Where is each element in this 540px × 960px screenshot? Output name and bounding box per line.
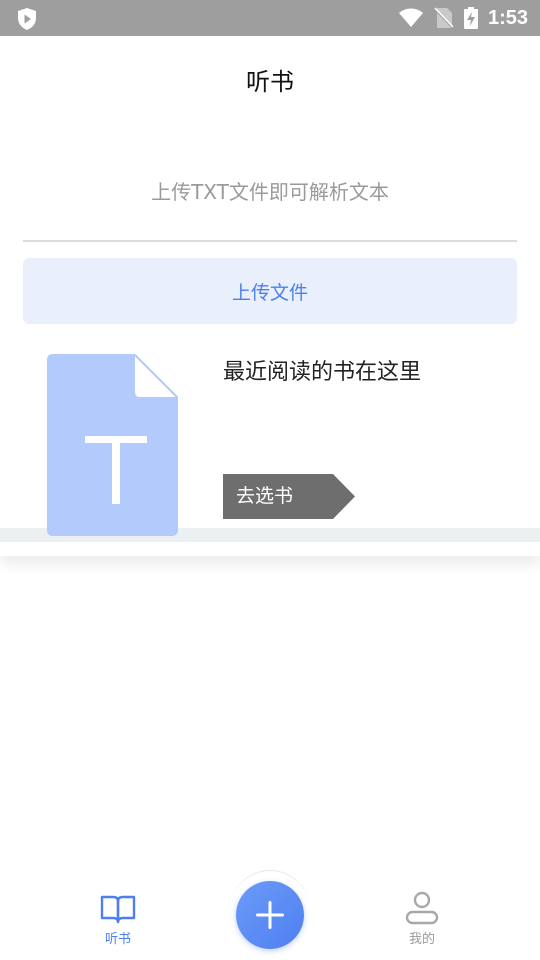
choose-book-label: 去选书 [236,485,294,507]
page-title: 听书 [246,67,294,96]
user-icon [405,891,439,925]
battery-charging-icon [463,7,478,29]
tab-mine[interactable]: 我的 [382,868,462,960]
app-shield-icon [18,8,36,30]
tab-listen[interactable]: 听书 [78,868,158,960]
txt-file-icon [47,354,178,536]
no-sim-icon [434,7,454,29]
tab-listen-label: 听书 [104,932,131,947]
choose-book-button[interactable]: 去选书 [223,474,357,519]
wifi-icon [398,8,423,27]
upload-file-button[interactable]: 上传文件 [23,258,517,324]
divider [23,240,517,242]
recent-reading-card: 最近阅读的书在这里 去选书 [0,340,540,556]
tab-mine-label: 我的 [408,932,435,947]
recent-reading-text: 最近阅读的书在这里 [223,360,422,385]
add-button[interactable] [236,881,304,949]
system-icons: 1:53 [398,0,528,36]
status-bar: 1:53 [0,0,540,36]
plus-icon [256,901,284,929]
book-icon [100,895,136,924]
upload-hint: 上传TXT文件即可解析文本 [151,180,389,204]
status-time: 1:53 [487,6,528,29]
